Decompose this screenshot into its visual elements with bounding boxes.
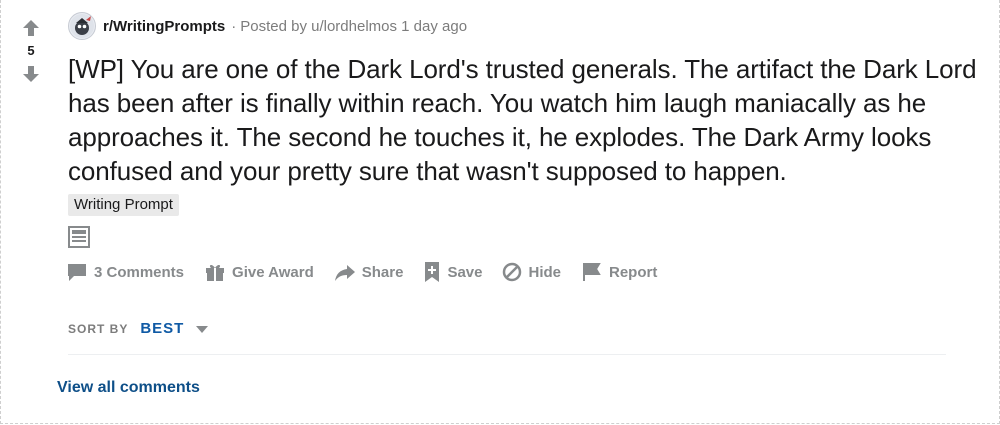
hide-button[interactable]: Hide	[502, 262, 561, 282]
meta-separator: ·	[231, 17, 237, 35]
report-label: Report	[609, 263, 658, 281]
post-flair[interactable]: Writing Prompt	[68, 194, 179, 216]
upvote-button[interactable]	[19, 16, 43, 40]
hide-label: Hide	[528, 263, 561, 281]
flag-icon	[583, 263, 601, 281]
save-button[interactable]: Save	[423, 261, 482, 283]
comments-button[interactable]: 3 Comments	[66, 261, 184, 283]
divider	[68, 354, 946, 355]
writingprompts-logo-icon	[70, 14, 94, 38]
sort-dropdown[interactable]: BEST	[140, 320, 184, 337]
post-actions: 3 Comments Give Award Share Save Hide Re…	[66, 258, 677, 286]
give-award-button[interactable]: Give Award	[204, 261, 314, 283]
gift-icon	[206, 264, 225, 281]
upvote-arrow-icon	[23, 20, 39, 36]
subreddit-link[interactable]: r/WritingPrompts	[103, 18, 225, 35]
sort-by-label: SORT BY	[68, 321, 129, 336]
comments-label: 3 Comments	[94, 263, 185, 281]
post-meta: · Posted by u/lordhelmos 1 day ago	[231, 18, 467, 35]
share-label: Share	[361, 263, 404, 281]
share-button[interactable]: Share	[334, 261, 404, 283]
report-button[interactable]: Report	[581, 261, 657, 283]
text-post-icon	[68, 226, 90, 248]
vote-count: 5	[27, 43, 35, 58]
post-time[interactable]: 1 day ago	[401, 18, 467, 35]
hide-icon	[503, 262, 522, 282]
view-all-comments-link[interactable]: View all comments	[57, 379, 200, 397]
downvote-button[interactable]	[19, 62, 43, 86]
give-award-label: Give Award	[232, 263, 314, 281]
comment-sort: SORT BY BEST	[68, 320, 209, 337]
subreddit-avatar[interactable]	[68, 12, 96, 40]
downvote-arrow-icon	[23, 66, 39, 82]
vote-column: 5	[18, 16, 44, 86]
comment-icon	[68, 264, 86, 281]
post-title[interactable]: [WP] You are one of the Dark Lord's trus…	[68, 52, 996, 188]
post-header: r/WritingPrompts · Posted by u/lordhelmos…	[68, 12, 467, 40]
save-label: Save	[447, 263, 483, 281]
chevron-down-icon[interactable]	[196, 325, 209, 334]
share-arrow-icon	[334, 265, 355, 281]
bookmark-icon	[425, 262, 440, 282]
posted-by[interactable]: Posted by u/lordhelmos	[240, 18, 397, 35]
